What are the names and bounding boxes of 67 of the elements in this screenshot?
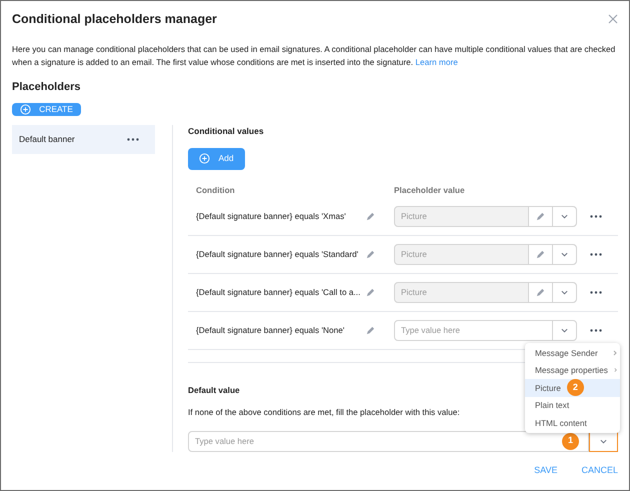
value-field[interactable]: Type value here <box>394 320 577 341</box>
close-icon[interactable] <box>608 14 618 24</box>
more-icon[interactable] <box>590 290 602 294</box>
placeholder-name: Default banner <box>19 133 75 146</box>
value-input[interactable]: Type value here <box>395 324 552 336</box>
default-value-field[interactable]: Type value here 1 <box>188 430 589 452</box>
placeholder-item[interactable]: Default banner <box>12 125 155 154</box>
dialog-title: Conditional placeholders manager <box>12 11 217 28</box>
learn-more-link[interactable]: Learn more <box>415 56 458 67</box>
create-button[interactable]: CREATE <box>12 103 81 116</box>
menu-label: HTML content <box>535 416 587 429</box>
section-heading: Conditional values <box>188 125 265 138</box>
condition-text: {Default signature banner} equals 'None' <box>196 324 346 336</box>
column-header: Condition <box>196 184 236 196</box>
pencil-icon <box>536 212 545 221</box>
dropdown-button[interactable] <box>552 282 576 302</box>
dropdown-button[interactable] <box>552 244 576 264</box>
chevron-down-icon <box>600 438 607 444</box>
chevron-down-icon <box>561 214 568 219</box>
pencil-icon <box>366 326 375 335</box>
edit-button[interactable] <box>528 282 552 302</box>
hint-text: If none of the above conditions are met, fill the placeholder with this value: <box>188 406 460 419</box>
menu-label: Picture <box>535 382 561 394</box>
save-button[interactable]: SAVE <box>534 464 558 478</box>
pencil-icon <box>536 250 545 259</box>
value-field[interactable]: Picture <box>394 244 577 265</box>
menu-item[interactable]: Picture 2 <box>525 379 620 396</box>
plus-circle-icon <box>199 153 210 164</box>
menu-item[interactable]: Message Sender <box>525 344 620 362</box>
menu-label: Plain text <box>535 399 570 412</box>
more-icon[interactable] <box>590 252 602 256</box>
section-heading: Placeholders <box>12 80 82 95</box>
condition-text: {Default signature banner} equals 'Standard' <box>196 248 360 260</box>
pencil-icon <box>366 250 375 259</box>
chevron-down-icon <box>561 290 568 295</box>
pencil-icon <box>366 212 375 221</box>
edit-button[interactable] <box>528 206 552 226</box>
menu-label: Message properties <box>535 364 608 376</box>
cancel-button[interactable]: CANCEL <box>581 464 618 478</box>
step-badge: 1 <box>562 432 579 450</box>
default-value-input[interactable]: Type value here <box>189 434 562 448</box>
pencil-icon <box>536 288 545 297</box>
step-badge: 2 <box>566 379 584 396</box>
value-text: Picture <box>400 210 428 222</box>
column-header: Placeholder value <box>394 184 465 196</box>
plus-circle-icon <box>20 104 32 116</box>
edit-button[interactable] <box>528 244 552 264</box>
menu-item[interactable]: Message properties <box>525 362 620 379</box>
condition-text: {Default signature banner} equals 'Call to a... <box>196 286 362 298</box>
value-text: Picture <box>400 286 428 298</box>
section-heading: Default value <box>188 384 240 396</box>
menu-label: Message Sender <box>535 346 598 359</box>
description-text: Here you can manage conditional placeholders that can be used in email signatures. A conditional placeholder can have multiple conditional values that are checked when a signature is added to an email. The first value whose conditions are met is inserted into the signature. Learn more <box>12 42 616 69</box>
chevron-down-icon <box>561 328 568 333</box>
add-button[interactable]: Add <box>188 148 245 170</box>
menu-item[interactable]: HTML content <box>525 414 620 432</box>
chevron-down-icon <box>561 252 568 257</box>
menu-item[interactable]: Plain text <box>525 396 620 414</box>
more-icon[interactable] <box>127 138 139 141</box>
condition-text: {Default signature banner} equals 'Xmas' <box>196 210 347 222</box>
value-field[interactable]: Picture <box>394 206 577 227</box>
more-icon[interactable] <box>590 328 602 332</box>
more-icon[interactable] <box>590 214 602 218</box>
pencil-icon <box>366 288 375 297</box>
value-text: Picture <box>400 248 428 260</box>
value-field[interactable]: Picture <box>394 282 577 303</box>
dropdown-button[interactable] <box>552 206 576 226</box>
